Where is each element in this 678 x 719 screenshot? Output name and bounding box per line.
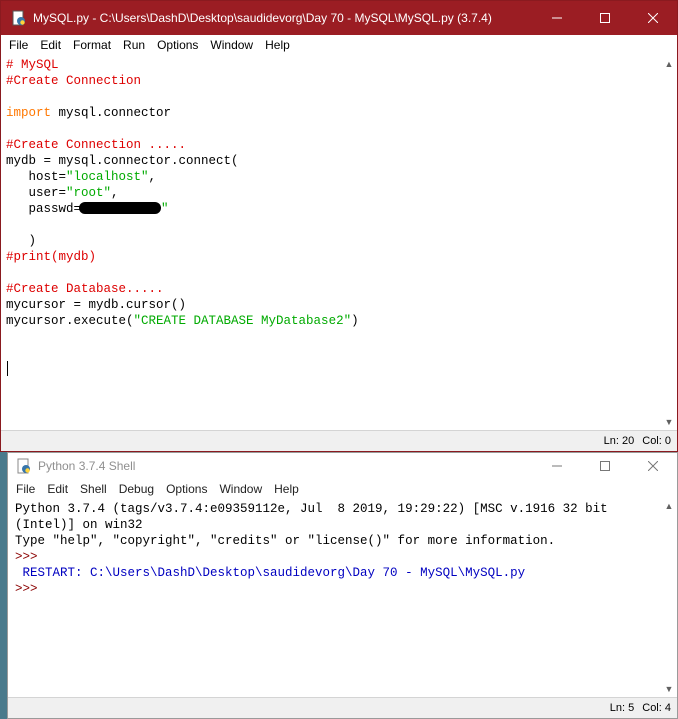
column-number: Col: 4 <box>642 702 671 714</box>
shell-line: Type "help", "copyright", "credits" or "… <box>15 534 556 548</box>
close-icon <box>648 13 658 23</box>
code-line: import mysql.connector <box>6 106 172 120</box>
code-line-blank: ​ <box>6 217 659 233</box>
editor-menubar: File Edit Format Run Options Window Help <box>1 35 677 55</box>
editor-scrollbar[interactable]: ▲ ▼ <box>661 57 677 429</box>
menu-format[interactable]: Format <box>67 38 117 52</box>
maximize-icon <box>600 13 610 23</box>
shell-prompt: >>> <box>15 582 38 596</box>
shell-restart-line: RESTART: C:\Users\DashD\Desktop\saudidev… <box>15 566 526 580</box>
shell-window: Python 3.7.4 Shell File Edit Shell Debug… <box>7 452 678 719</box>
editor-statusbar: Ln: 20 Col: 0 <box>1 430 677 451</box>
scroll-up-arrow-icon[interactable]: ▲ <box>661 499 677 513</box>
menu-file[interactable]: File <box>8 482 41 496</box>
code-line: mycursor.execute("CREATE DATABASE MyData… <box>6 314 359 328</box>
code-line-blank: ​ <box>6 265 659 281</box>
shell-output[interactable]: Python 3.7.4 (tags/v3.7.4:e09359112e, Ju… <box>15 501 659 696</box>
code-line: ) <box>6 234 37 248</box>
code-line: mydb = mysql.connector.connect( <box>6 154 239 168</box>
shell-line: (Intel)] on win32 <box>15 518 143 532</box>
line-number: Ln: 5 <box>609 702 635 714</box>
code-line-blank: ​ <box>6 121 659 137</box>
shell-maximize-button[interactable] <box>581 453 629 479</box>
line-number: Ln: 20 <box>603 435 635 447</box>
menu-debug[interactable]: Debug <box>113 482 160 496</box>
code-line: #Create Connection <box>6 74 142 88</box>
shell-close-button[interactable] <box>629 453 677 479</box>
redacted-password <box>79 202 162 214</box>
menu-edit[interactable]: Edit <box>41 482 74 496</box>
code-line: passwd= " <box>6 202 169 216</box>
minimize-icon <box>552 465 562 467</box>
python-file-icon <box>12 10 25 26</box>
shell-title: Python 3.7.4 Shell <box>38 459 136 473</box>
code-line: # MySQL <box>6 58 59 72</box>
code-line: #Create Database..... <box>6 282 164 296</box>
code-editor[interactable]: # MySQL#Create Connection​import mysql.c… <box>6 57 659 429</box>
menu-options[interactable]: Options <box>160 482 213 496</box>
close-icon <box>648 461 658 471</box>
python-shell-icon <box>17 458 30 474</box>
menu-window[interactable]: Window <box>213 482 268 496</box>
menu-help[interactable]: Help <box>259 38 296 52</box>
text-cursor <box>7 361 8 376</box>
scroll-up-arrow-icon[interactable]: ▲ <box>661 57 677 71</box>
code-line: #Create Connection ..... <box>6 138 187 152</box>
editor-title: MySQL.py - C:\Users\DashD\Desktop\saudid… <box>33 11 492 25</box>
column-number: Col: 0 <box>642 435 671 447</box>
menu-window[interactable]: Window <box>204 38 259 52</box>
menu-shell[interactable]: Shell <box>74 482 113 496</box>
shell-menubar: File Edit Shell Debug Options Window Hel… <box>8 479 677 499</box>
editor-titlebar[interactable]: MySQL.py - C:\Users\DashD\Desktop\saudid… <box>1 1 677 35</box>
shell-scrollbar[interactable]: ▲ ▼ <box>661 499 677 696</box>
shell-titlebar[interactable]: Python 3.7.4 Shell <box>8 453 677 479</box>
code-line: user="root", <box>6 186 119 200</box>
menu-help[interactable]: Help <box>268 482 305 496</box>
scroll-down-arrow-icon[interactable]: ▼ <box>661 415 677 429</box>
maximize-button[interactable] <box>581 1 629 35</box>
minimize-button[interactable] <box>533 1 581 35</box>
code-line: #print(mydb) <box>6 250 97 264</box>
menu-options[interactable]: Options <box>151 38 204 52</box>
code-line: host="localhost", <box>6 170 157 184</box>
close-button[interactable] <box>629 1 677 35</box>
shell-minimize-button[interactable] <box>533 453 581 479</box>
menu-edit[interactable]: Edit <box>34 38 67 52</box>
code-line-blank: ​ <box>6 89 659 105</box>
background-window-strip <box>0 452 7 719</box>
maximize-icon <box>600 461 610 471</box>
code-line: mycursor = mydb.cursor() <box>6 298 187 312</box>
menu-file[interactable]: File <box>1 38 34 52</box>
shell-statusbar: Ln: 5 Col: 4 <box>8 697 677 718</box>
menu-run[interactable]: Run <box>117 38 151 52</box>
shell-prompt: >>> <box>15 550 38 564</box>
editor-window: MySQL.py - C:\Users\DashD\Desktop\saudid… <box>0 0 678 452</box>
shell-line: Python 3.7.4 (tags/v3.7.4:e09359112e, Ju… <box>15 502 608 516</box>
scroll-down-arrow-icon[interactable]: ▼ <box>661 682 677 696</box>
minimize-icon <box>552 17 562 19</box>
